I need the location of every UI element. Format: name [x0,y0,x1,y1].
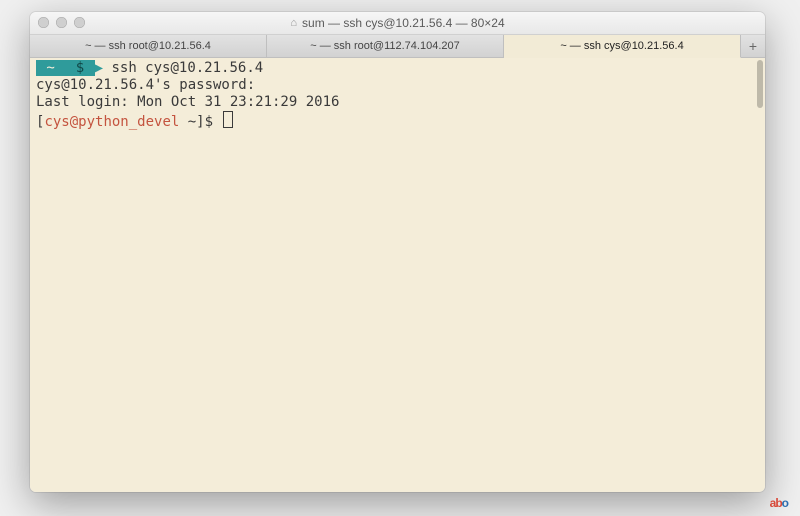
tab-label: ~ — ssh root@10.21.56.4 [85,40,211,52]
terminal-body[interactable]: ~ $ ▶ ssh cys@10.21.56.4 cys@10.21.56.4'… [30,58,765,492]
cursor [223,111,233,128]
plus-icon: + [749,38,757,54]
prompt-segment: ~ [36,60,65,76]
user-host: cys@python_devel [44,114,179,130]
window-title-text: sum — ssh cys@10.21.56.4 — 80×24 [302,16,505,30]
scrollbar[interactable] [757,60,763,108]
prompt-segment: $ [65,60,94,76]
terminal-line: ~ $ ▶ ssh cys@10.21.56.4 [36,60,759,77]
traffic-lights [38,17,85,28]
home-icon: ⌂ [290,17,297,29]
prompt-arrow-icon: ▶ [95,60,103,76]
watermark: abo [770,496,788,510]
terminal-line: [cys@python_devel ~]$ [36,111,759,131]
terminal-window: ⌂ sum — ssh cys@10.21.56.4 — 80×24 ~ — s… [30,12,765,492]
tab-bar: ~ — ssh root@10.21.56.4 ~ — ssh root@112… [30,35,765,58]
terminal-line: cys@10.21.56.4's password: [36,77,759,94]
tab-3[interactable]: ~ — ssh cys@10.21.56.4 [504,35,741,58]
minimize-icon[interactable] [56,17,67,28]
tab-2[interactable]: ~ — ssh root@112.74.104.207 [267,35,504,57]
zoom-icon[interactable] [74,17,85,28]
close-icon[interactable] [38,17,49,28]
tab-label: ~ — ssh root@112.74.104.207 [310,40,459,52]
add-tab-button[interactable]: + [741,35,765,57]
command-text: ssh cys@10.21.56.4 [111,60,263,76]
tab-label: ~ — ssh cys@10.21.56.4 [560,40,683,52]
titlebar[interactable]: ⌂ sum — ssh cys@10.21.56.4 — 80×24 [30,12,765,35]
terminal-line: Last login: Mon Oct 31 23:21:29 2016 [36,94,759,111]
tab-1[interactable]: ~ — ssh root@10.21.56.4 [30,35,267,57]
window-title: ⌂ sum — ssh cys@10.21.56.4 — 80×24 [290,16,504,30]
